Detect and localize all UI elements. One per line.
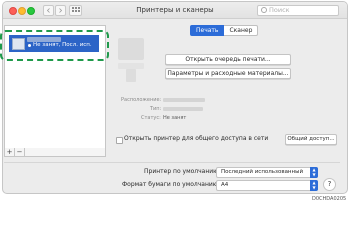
stepper-arrows-icon: ▲ ▼	[310, 180, 318, 191]
status-value: Не занят	[163, 115, 187, 121]
sharing-preferences-button[interactable]: Общий доступ...	[285, 134, 337, 145]
search-placeholder: Поиск	[269, 6, 290, 14]
callout-highlight	[0, 30, 109, 61]
tab-print[interactable]: Печать	[190, 25, 225, 36]
default-printer-value: Последний использованный	[221, 169, 304, 175]
share-printer-checkbox[interactable]	[116, 137, 123, 144]
divider	[4, 162, 340, 163]
open-print-queue-button[interactable]: Открыть очередь печати...	[165, 54, 291, 65]
default-printer-label: Принтер по умолчанию:	[144, 168, 221, 175]
location-value-redacted	[163, 98, 205, 102]
printer-small-icon	[126, 69, 136, 82]
type-label: Тип:	[150, 106, 162, 112]
remove-printer-button[interactable]: −	[15, 148, 25, 156]
paper-size-value: A4	[221, 182, 229, 188]
printer-list-footer: + −	[4, 148, 106, 157]
share-printer-label[interactable]: Открыть принтер для общего доступа в сет…	[124, 135, 268, 142]
search-icon	[261, 7, 267, 13]
paper-size-select[interactable]: A4 ▲ ▼	[216, 180, 318, 191]
options-supplies-button[interactable]: Параметры и расходные материалы...	[165, 68, 291, 79]
type-value-redacted	[163, 107, 203, 111]
search-field[interactable]: Поиск	[257, 5, 339, 16]
printer-large-icon	[118, 38, 144, 60]
paper-size-label: Формат бумаги по умолчанию:	[122, 181, 220, 188]
tab-bar: Печать Сканер	[190, 25, 259, 36]
default-printer-select[interactable]: Последний использованный ▲ ▼	[216, 167, 318, 178]
stepper-arrows-icon: ▲ ▼	[310, 167, 318, 178]
location-label: Расположение:	[121, 97, 162, 103]
figure-id: D0CHDA0205	[312, 196, 347, 202]
add-printer-button[interactable]: +	[5, 148, 15, 156]
tab-scan[interactable]: Сканер	[224, 25, 259, 36]
title-bar: Принтеры и сканеры Поиск	[3, 2, 347, 19]
help-button[interactable]: ?	[323, 178, 336, 191]
status-label: Статус:	[141, 115, 161, 121]
